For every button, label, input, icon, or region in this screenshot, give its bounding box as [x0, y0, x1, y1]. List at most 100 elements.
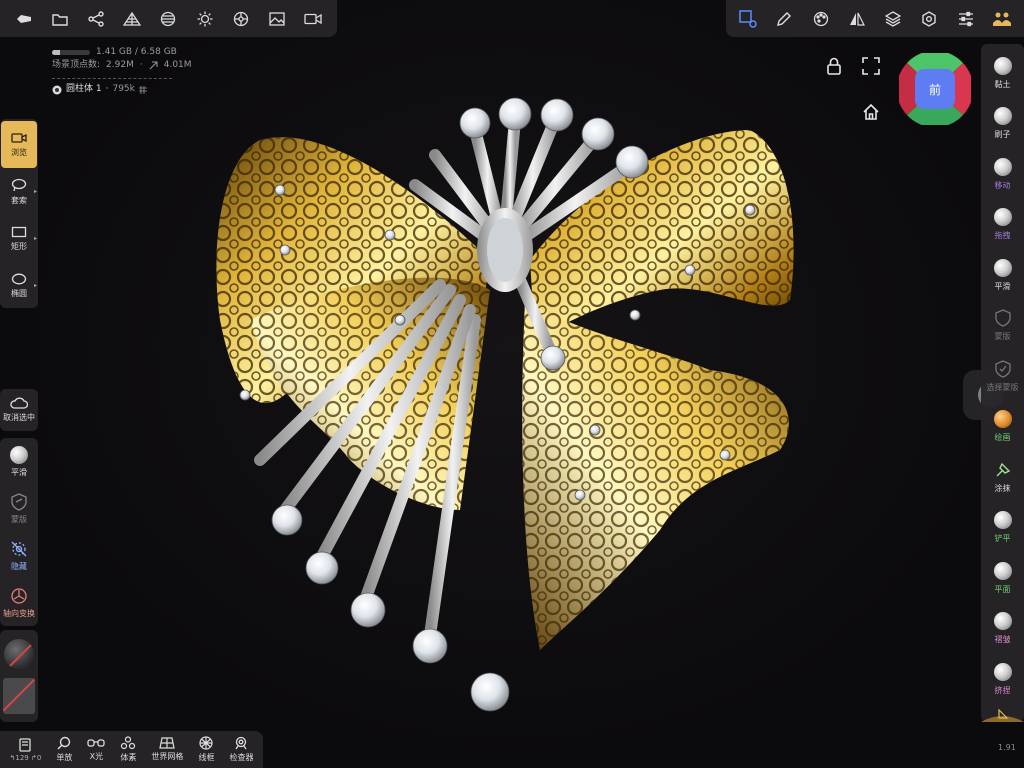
memory-text: 1.41 GB / 6.58 GB	[96, 47, 177, 57]
tool-label: 隐藏	[11, 561, 27, 571]
wireframe-button[interactable]: 线框	[198, 736, 214, 763]
caret-right-icon: ▸	[33, 235, 37, 242]
voxel-button[interactable]: 体素	[120, 736, 136, 763]
lock-button[interactable]	[826, 57, 842, 79]
tool-mask[interactable]: 蒙版	[0, 485, 38, 532]
inspector-button[interactable]: 检查器	[229, 736, 253, 763]
settings-button[interactable]	[914, 4, 944, 34]
files-button[interactable]	[45, 4, 75, 34]
active-mesh[interactable]: 圆柱体 1 · 795k	[52, 83, 192, 96]
postprocess-button[interactable]	[226, 4, 256, 34]
tool-drag[interactable]: 拖拽	[981, 200, 1024, 251]
ellipse-icon	[11, 273, 27, 285]
brush-icon	[993, 107, 1012, 126]
mesh-count: 795k	[112, 84, 135, 94]
user-button[interactable]	[987, 4, 1017, 34]
topology-button[interactable]	[117, 4, 147, 34]
pen-button[interactable]	[769, 4, 799, 34]
select-object-button[interactable]	[733, 4, 763, 34]
lasso-icon	[11, 178, 27, 192]
right-sculpt-tools: 黏土 刷子 移动 拖拽 平滑 蒙版 选择蒙版 绘画 涂抹 铲平 平面 褶皱 挤捏	[981, 44, 1024, 722]
axis-transform-icon	[10, 587, 28, 605]
fullscreen-button[interactable]	[862, 57, 880, 79]
smudge-icon	[994, 461, 1012, 479]
link-icon	[149, 61, 158, 70]
user-icon	[992, 11, 1011, 27]
share-icon	[88, 10, 104, 27]
view-gizmo[interactable]: 前	[896, 50, 974, 128]
deselect-button[interactable]: 取消选中	[0, 389, 38, 431]
clay-icon	[993, 56, 1012, 75]
world-grid-button[interactable]: 世界网格	[151, 737, 183, 762]
tool-ellipse[interactable]: 椭圆 ▸	[0, 262, 38, 309]
history-label: ↰129 ↱0	[9, 753, 42, 762]
tool-brush[interactable]: 刷子	[981, 99, 1024, 150]
layers-button[interactable]	[878, 4, 908, 34]
settings-icon	[921, 10, 937, 27]
light-button[interactable]	[190, 4, 220, 34]
left-brush-tools: 平滑 蒙版 隐藏 轴向变换	[0, 438, 38, 626]
xray-button[interactable]: X光	[87, 737, 106, 762]
scene-tree-button[interactable]	[81, 4, 111, 34]
drag-icon	[993, 208, 1012, 227]
back-icon	[15, 12, 33, 26]
caret-right-icon: ▸	[33, 282, 37, 289]
fullscreen-icon	[862, 57, 880, 75]
tool-label: 蒙版	[11, 514, 27, 524]
tool-plane[interactable]: 平面	[981, 553, 1024, 604]
tool-settings-handle[interactable]	[981, 700, 1024, 722]
mask-icon	[11, 492, 27, 511]
lock-icon	[826, 57, 842, 75]
sliders-button[interactable]	[951, 4, 981, 34]
scene-stats: 1.41 GB / 6.58 GB 场景顶点数: 2.92M · 4.01M 圆…	[52, 46, 192, 96]
grid-small-icon	[138, 85, 147, 94]
home-button[interactable]	[862, 103, 880, 125]
tool-label: 椭圆	[11, 288, 27, 298]
tool-rectangle[interactable]: 矩形 ▸	[0, 215, 38, 262]
viewport[interactable]: 1.41 GB / 6.58 GB 场景顶点数: 2.92M · 4.01M 圆…	[0, 0, 1024, 768]
folder-icon	[52, 12, 68, 26]
plane-icon	[993, 561, 1012, 580]
tool-select-mask[interactable]: 选择蒙版	[981, 351, 1024, 402]
tool-flatten[interactable]: 铲平	[981, 503, 1024, 554]
caret-right-icon: ▸	[33, 188, 37, 195]
tool-paint[interactable]: 绘画	[981, 402, 1024, 453]
tool-smudge[interactable]: 涂抹	[981, 452, 1024, 503]
tool-crease[interactable]: 褶皱	[981, 604, 1024, 655]
deselect-label: 取消选中	[3, 413, 35, 422]
palette-button[interactable]	[806, 4, 836, 34]
tool-hide[interactable]: 隐藏	[0, 532, 38, 579]
top-left-toolbar	[0, 0, 337, 37]
separator-dot: ·	[105, 84, 109, 94]
tool-pinch[interactable]: 挤捏	[981, 654, 1024, 705]
shield-icon	[994, 309, 1011, 327]
jewelry-bow-model[interactable]	[190, 90, 810, 730]
tool-smooth-right[interactable]: 平滑	[981, 250, 1024, 301]
tool-label: 涂抹	[994, 483, 1011, 493]
tool-label: 褶皱	[994, 635, 1011, 645]
symmetry-button[interactable]	[842, 4, 872, 34]
background-image-button[interactable]	[262, 4, 292, 34]
stats-divider	[52, 78, 172, 79]
tool-move[interactable]: 移动	[981, 149, 1024, 200]
solo-button[interactable]: 单放	[56, 736, 72, 763]
tool-label: 浏览	[11, 147, 27, 157]
gizmo-face-label: 前	[928, 82, 941, 97]
material-button[interactable]	[153, 4, 183, 34]
vertices-label: 场景顶点数:	[52, 60, 101, 70]
tool-smooth[interactable]: 平滑	[0, 438, 38, 485]
tool-axis-transform[interactable]: 轴向变换	[0, 579, 38, 626]
color-swatch[interactable]	[3, 677, 35, 714]
tool-browse[interactable]: 浏览	[1, 121, 37, 168]
tool-mask-right[interactable]: 蒙版	[981, 301, 1024, 352]
pen-icon	[776, 11, 792, 27]
tool-clay[interactable]: 黏土	[981, 48, 1024, 99]
sliders-icon	[958, 11, 974, 27]
grid-icon	[159, 737, 176, 749]
material-swatch[interactable]	[4, 638, 34, 669]
history-button[interactable]: ↰129 ↱0	[9, 737, 42, 762]
separator-dot: ·	[139, 60, 143, 70]
tool-lasso[interactable]: 套索 ▸	[0, 168, 38, 215]
video-button[interactable]	[298, 4, 328, 34]
back-button[interactable]	[9, 4, 39, 34]
